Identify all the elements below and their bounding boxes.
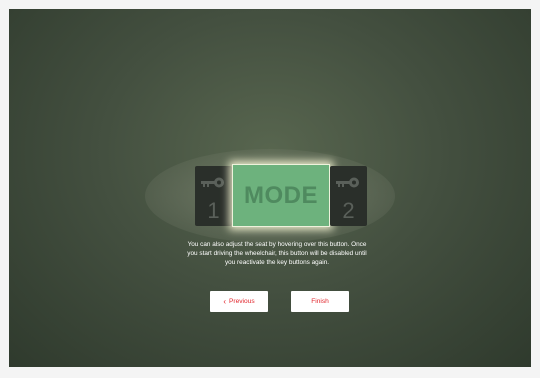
key-button-number: 2 (342, 198, 355, 223)
finish-button[interactable]: Finish (291, 291, 349, 312)
previous-button-label: Previous (229, 298, 255, 305)
finish-button-label: Finish (311, 298, 329, 305)
key-icon (201, 177, 224, 188)
mode-button[interactable]: MODE (232, 164, 330, 227)
chevron-left-icon: ‹ (223, 296, 226, 306)
tutorial-message: You can also adjust the seat by hovering… (187, 241, 367, 266)
key-icon (336, 177, 359, 188)
key-button-number: 1 (207, 198, 220, 223)
key-button-1: 1 (195, 166, 232, 226)
key-button-2: 2 (330, 166, 367, 226)
tutorial-screen: 1 MODE 2 You can also adjust the seat by… (9, 9, 531, 367)
previous-button[interactable]: ‹ Previous (210, 291, 268, 312)
